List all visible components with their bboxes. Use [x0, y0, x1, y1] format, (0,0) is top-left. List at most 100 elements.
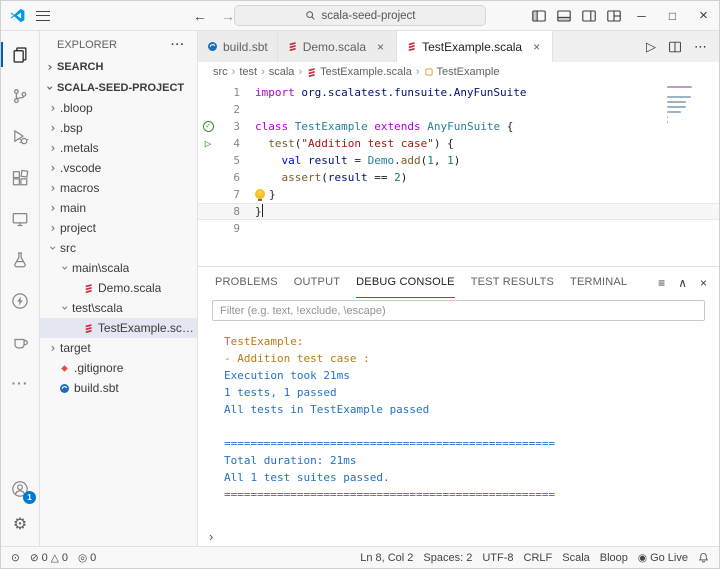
metals-icon[interactable] [1, 280, 39, 321]
tree-item-macros[interactable]: › macros [40, 178, 197, 198]
breadcrumb-testexample.scala[interactable]: TestExample.scala [306, 66, 412, 78]
tab-testexample.scala[interactable]: TestExample.scala × [397, 31, 554, 62]
explorer-icon[interactable] [1, 34, 39, 75]
chevron-right-icon: › [50, 141, 56, 155]
panel-tab-test-results[interactable]: TEST RESULTS [471, 267, 554, 298]
menu-icon[interactable] [36, 10, 50, 21]
tree-item-main-scala[interactable]: › main\scala [40, 258, 197, 278]
tree-item-target[interactable]: › target [40, 338, 197, 358]
code-text[interactable]: class TestExample extends AnyFunSuite { [240, 118, 719, 135]
tab-demo.scala[interactable]: Demo.scala × [277, 31, 398, 62]
breadcrumb-scala[interactable]: scala [269, 66, 295, 78]
tree-item-demo.scala[interactable]: Demo.scala [40, 278, 197, 298]
tree-item-test-scala[interactable]: › test\scala [40, 298, 197, 318]
code-text[interactable]: import org.scalatest.funsuite.AnyFunSuit… [240, 84, 719, 101]
console-line: TestExample: [224, 335, 304, 348]
go-live-icon: ◉ [637, 551, 648, 564]
console-line: - Addition test case : [224, 352, 370, 365]
tree-item-project[interactable]: › project [40, 218, 197, 238]
tree-item-.vscode[interactable]: › .vscode [40, 158, 197, 178]
explorer-more-actions-icon[interactable]: ··· [171, 39, 185, 51]
toggle-primary-sidebar-icon[interactable] [526, 1, 551, 30]
notifications-bell[interactable] [693, 547, 714, 568]
tree-item-build.sbt[interactable]: build.sbt [40, 378, 197, 398]
problems-status[interactable]: ⊘ 0 △ 0 [25, 547, 73, 568]
breadcrumb-testexample[interactable]: TestExample [424, 66, 499, 78]
build-server-status[interactable]: Bloop [595, 547, 633, 568]
code-text[interactable]: assert(result == 2) [240, 169, 719, 186]
minimap[interactable] [667, 86, 703, 131]
console-filter-input[interactable] [212, 300, 705, 321]
go-live-status[interactable]: ◉ Go Live [633, 547, 693, 568]
toggle-panel-icon[interactable] [551, 1, 576, 30]
more-icon[interactable]: ··· [1, 362, 39, 403]
line-number: 2 [233, 103, 240, 116]
run-button[interactable]: ▷ [646, 39, 656, 55]
code-text[interactable]: test("Addition test case") { [240, 135, 719, 152]
remote-indicator[interactable]: ⊙ [6, 547, 25, 568]
forward-icon[interactable]: → [221, 8, 235, 24]
scala-file-icon [308, 67, 315, 77]
language-mode-status[interactable]: Scala [557, 547, 595, 568]
toggle-secondary-sidebar-icon[interactable] [576, 1, 601, 30]
source-control-icon[interactable] [1, 75, 39, 116]
console-filter-options-icon[interactable]: ≡ [658, 276, 665, 290]
maximize-panel-icon[interactable]: ∧ [678, 276, 687, 290]
text-cursor [261, 204, 264, 217]
tree-item-src[interactable]: › src [40, 238, 197, 258]
close-tab-icon[interactable]: × [530, 40, 543, 54]
tree-item-.bsp[interactable]: › .bsp [40, 118, 197, 138]
errors-icon: ⊘ [29, 551, 39, 564]
java-icon[interactable] [1, 321, 39, 362]
minimize-button[interactable]: ─ [626, 1, 657, 30]
search-section-header[interactable]: › SEARCH [40, 56, 197, 77]
tab-build.sbt[interactable]: build.sbt [198, 31, 278, 62]
close-tab-icon[interactable]: × [374, 40, 387, 54]
split-editor-icon[interactable] [668, 40, 682, 54]
breadcrumb-src[interactable]: src [213, 66, 228, 78]
command-center-search[interactable]: scala-seed-project [234, 5, 486, 26]
broadcast-status[interactable]: ◎ 0 [73, 547, 101, 568]
code-text[interactable]: } [240, 203, 719, 220]
back-icon[interactable]: ← [193, 8, 207, 24]
maximize-button[interactable]: □ [657, 1, 688, 30]
panel-tab-terminal[interactable]: TERMINAL [570, 267, 627, 298]
run-test-icon[interactable]: ▷ [205, 135, 212, 152]
cursor-position-status[interactable]: Ln 8, Col 2 [355, 547, 418, 568]
test-pass-icon[interactable]: ✓ [202, 121, 214, 132]
code-editor[interactable]: 1 import org.scalatest.funsuite.AnyFunSui… [198, 82, 719, 266]
settings-gear-icon[interactable]: ⚙ [1, 508, 39, 542]
tree-item-.metals[interactable]: › .metals [40, 138, 197, 158]
code-text[interactable]: } [240, 186, 719, 203]
prompt-chevron-icon: › [209, 528, 214, 544]
editor-more-actions-icon[interactable]: ⋯ [694, 39, 707, 55]
line-number: 7 [233, 188, 240, 201]
remote-explorer-icon[interactable] [1, 198, 39, 239]
panel-tab-problems[interactable]: PROBLEMS [215, 267, 278, 298]
debug-console-input[interactable]: › [198, 526, 719, 546]
project-section-header[interactable]: › SCALA-SEED-PROJECT [40, 77, 197, 98]
tree-item-testexample.scala[interactable]: TestExample.scala [40, 318, 197, 338]
tree-item-.gitignore[interactable]: .gitignore [40, 358, 197, 378]
chevron-right-icon: › [50, 101, 56, 115]
code-text[interactable]: val result = Demo.add(1, 1) [240, 152, 719, 169]
panel-tab-output[interactable]: OUTPUT [294, 267, 340, 298]
breadcrumb-test[interactable]: test [239, 66, 257, 78]
tree-item-main[interactable]: › main [40, 198, 197, 218]
encoding-status[interactable]: UTF-8 [477, 547, 518, 568]
close-panel-icon[interactable]: × [700, 276, 707, 290]
title-bar: ← → scala-seed-project ─ □ × [1, 1, 719, 31]
customize-layout-icon[interactable] [601, 1, 626, 30]
run-and-debug-icon[interactable] [1, 116, 39, 157]
account-icon[interactable]: 1 [1, 470, 39, 508]
eol-status[interactable]: CRLF [519, 547, 558, 568]
panel-tab-debug-console[interactable]: DEBUG CONSOLE [356, 267, 455, 298]
extensions-icon[interactable] [1, 157, 39, 198]
close-button[interactable]: × [688, 1, 719, 30]
chevron-down-icon: › [43, 85, 57, 90]
console-line: ========================================… [224, 437, 556, 450]
lightbulb-icon[interactable] [255, 189, 265, 201]
indentation-status[interactable]: Spaces: 2 [418, 547, 477, 568]
testing-icon[interactable] [1, 239, 39, 280]
tree-item-.bloop[interactable]: › .bloop [40, 98, 197, 118]
